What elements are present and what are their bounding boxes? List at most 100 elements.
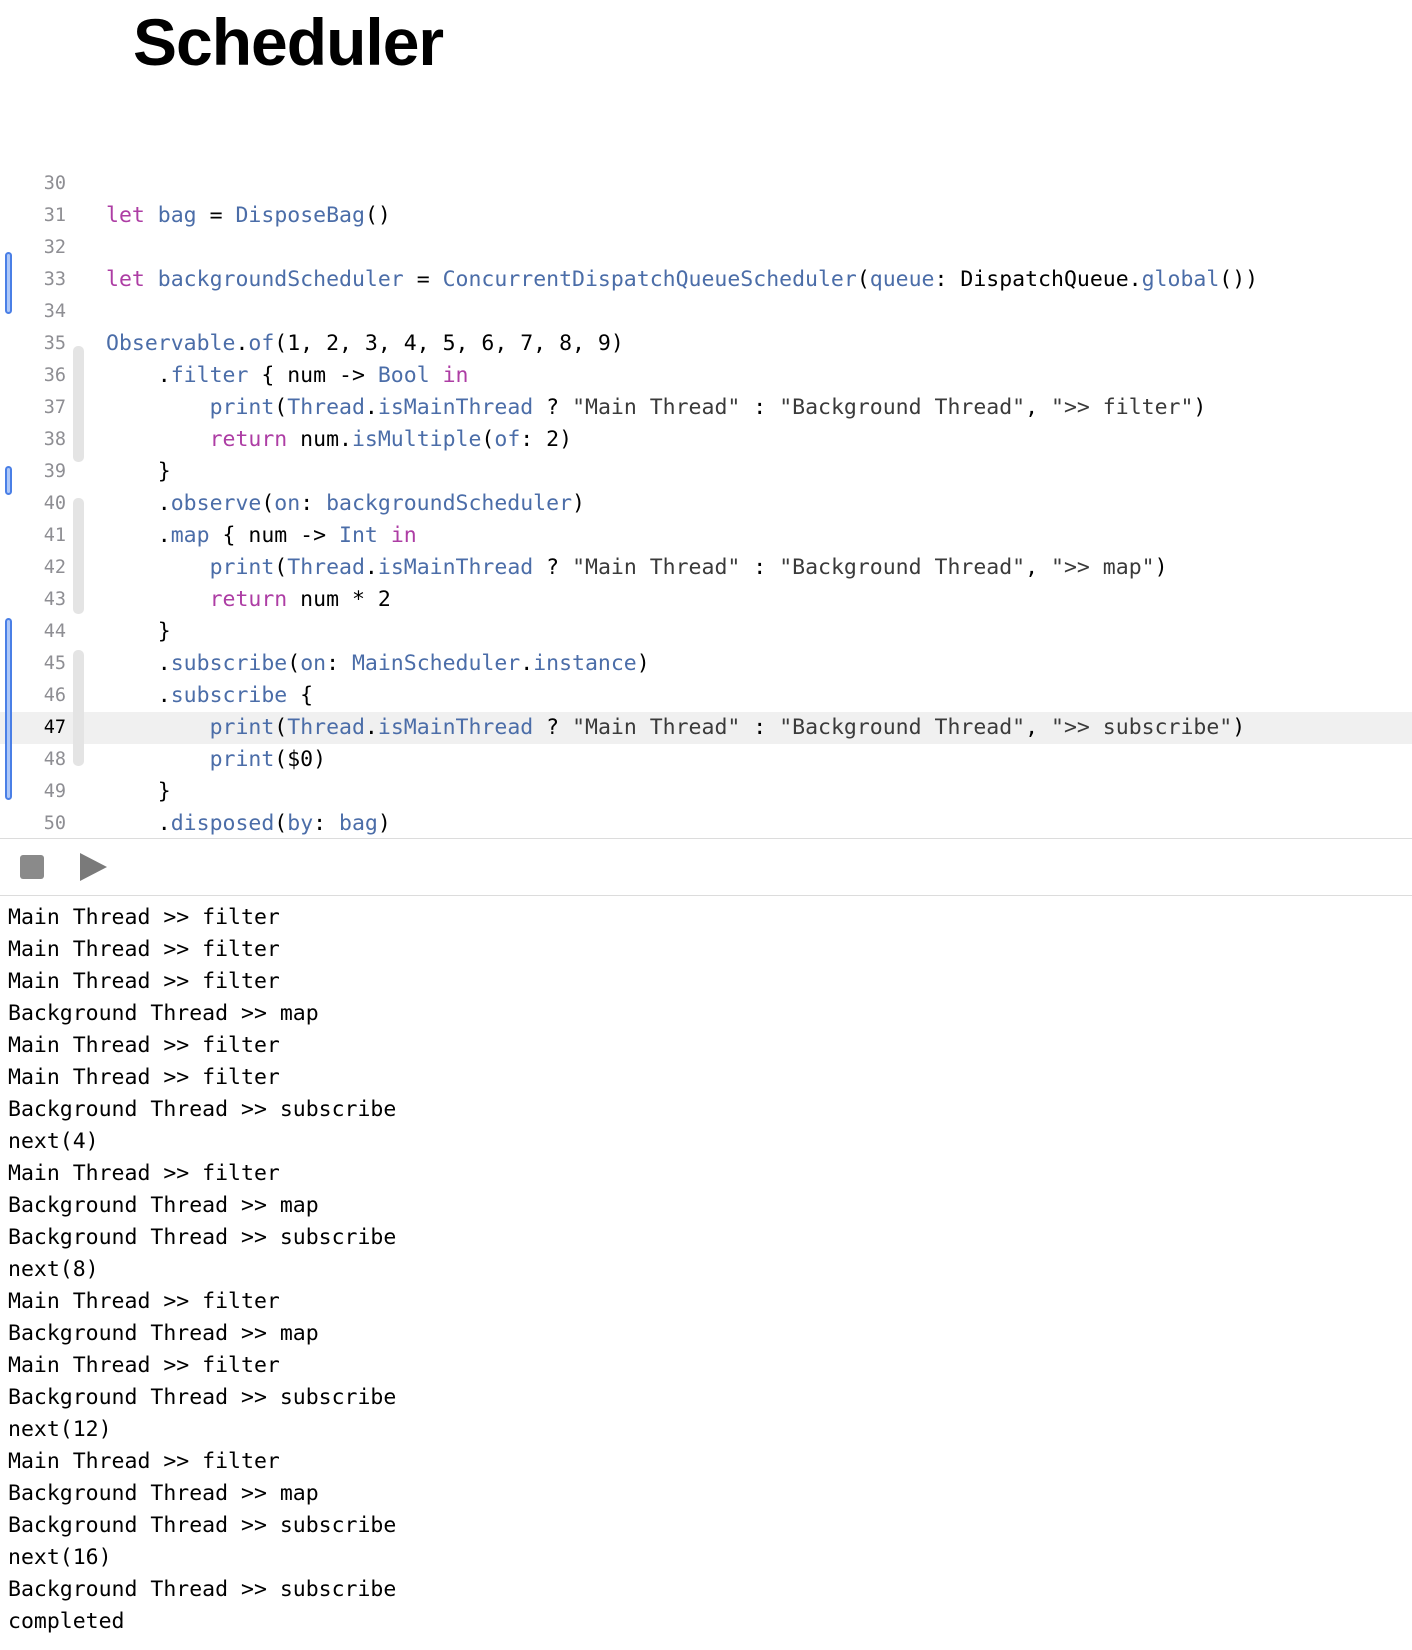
code-line[interactable]: 49 } — [0, 776, 1412, 808]
code-token: "Background Thread" — [779, 555, 1026, 580]
code-token: } — [106, 459, 171, 484]
line-number: 37 — [43, 397, 66, 418]
code-token: Thread — [287, 555, 365, 580]
code-text: .map { num -> Int in — [106, 520, 417, 552]
code-line[interactable]: 47 print(Thread.isMainThread ? "Main Thr… — [0, 712, 1412, 744]
play-button[interactable] — [80, 853, 107, 881]
code-token: = — [196, 203, 236, 228]
code-text: let bag = DisposeBag() — [106, 200, 391, 232]
fold-ribbon[interactable] — [73, 650, 84, 766]
console-line: Main Thread >> filter — [8, 969, 280, 994]
code-line[interactable]: 42 print(Thread.isMainThread ? "Main Thr… — [0, 552, 1412, 584]
code-line[interactable]: 31 let bag = DisposeBag() — [0, 200, 1412, 232]
code-line[interactable]: 41 .map { num -> Int in — [0, 520, 1412, 552]
code-token: bag — [157, 203, 197, 228]
code-token: print — [209, 715, 275, 740]
code-token: , — [1025, 715, 1052, 740]
fold-ribbon[interactable] — [73, 346, 84, 462]
code-token: (1, 2, 3, 4, 5, 6, 7, 8, 9) — [274, 331, 624, 356]
code-token: ($0) — [274, 747, 327, 772]
code-line[interactable]: 35 Observable.of(1, 2, 3, 4, 5, 6, 7, 8, … — [0, 328, 1412, 360]
code-text: print($0) — [106, 744, 327, 776]
code-line[interactable]: 33 let backgroundScheduler = ConcurrentDi… — [0, 264, 1412, 296]
line-number: 39 — [43, 461, 66, 482]
console-line: Main Thread >> filter — [8, 937, 280, 962]
stop-button[interactable] — [20, 855, 44, 879]
code-token: , — [1025, 555, 1052, 580]
code-token: , — [1025, 395, 1052, 420]
console-line: Main Thread >> filter — [8, 1353, 280, 1378]
code-token: queue — [869, 267, 935, 292]
code-line[interactable]: 50 .disposed(by: bag) — [0, 808, 1412, 840]
code-token: ()) — [1219, 267, 1259, 292]
code-line[interactable]: 45 .subscribe(on: MainScheduler.instance… — [0, 648, 1412, 680]
code-token: on — [274, 491, 301, 516]
line-number: 31 — [43, 205, 66, 226]
code-line[interactable]: 48 print($0) — [0, 744, 1412, 776]
code-text: Observable.of(1, 2, 3, 4, 5, 6, 7, 8, 9) — [106, 328, 624, 360]
code-token: ? — [533, 715, 573, 740]
code-token: ( — [287, 651, 301, 676]
code-token: subscribe — [170, 651, 288, 676]
code-token: . — [364, 555, 378, 580]
code-token: : — [313, 811, 340, 836]
code-token: print — [209, 747, 275, 772]
fold-ribbon[interactable] — [73, 498, 84, 614]
code-token: bag — [339, 811, 378, 836]
code-token: Bool — [377, 363, 430, 388]
console-line: next(4) — [8, 1129, 99, 1154]
code-token: ">> map" — [1051, 555, 1155, 580]
code-line[interactable]: 32 — [0, 232, 1412, 264]
code-line[interactable]: 37 print(Thread.isMainThread ? "Main Thr… — [0, 392, 1412, 424]
code-line[interactable]: 46 .subscribe { — [0, 680, 1412, 712]
code-text: } — [106, 776, 171, 808]
code-token: : — [740, 395, 780, 420]
code-token: "Background Thread" — [779, 715, 1026, 740]
code-text: .observe(on: backgroundScheduler) — [106, 488, 585, 520]
code-token: ( — [856, 267, 870, 292]
console-line: Main Thread >> filter — [8, 1033, 280, 1058]
line-number: 33 — [43, 269, 66, 290]
code-line[interactable]: 36 .filter { num -> Bool in — [0, 360, 1412, 392]
code-editor[interactable]: 50 .disposed(by: bag) 49 } 48 print($0) 47 … — [0, 168, 1412, 838]
console-line: Background Thread >> map — [8, 1481, 319, 1506]
code-token: ) — [1193, 395, 1207, 420]
line-number: 34 — [43, 301, 66, 322]
code-token: . — [364, 715, 378, 740]
code-line[interactable]: 30 — [0, 168, 1412, 200]
code-line[interactable]: 40 .observe(on: backgroundScheduler) — [0, 488, 1412, 520]
line-number: 40 — [43, 493, 66, 514]
code-text: return num * 2 — [106, 584, 391, 616]
code-line[interactable]: 34 — [0, 296, 1412, 328]
code-line[interactable]: 44 } — [0, 616, 1412, 648]
code-line[interactable]: 43 return num * 2 — [0, 584, 1412, 616]
code-token: Thread — [287, 715, 365, 740]
change-marker[interactable] — [5, 466, 12, 495]
code-line[interactable]: 38 return num.isMultiple(of: 2) — [0, 424, 1412, 456]
code-token: Observable — [106, 331, 236, 356]
code-token: print — [209, 555, 275, 580]
code-token: DisposeBag — [235, 203, 365, 228]
code-token: "Main Thread" — [572, 715, 741, 740]
change-marker[interactable] — [5, 252, 12, 314]
code-token: num. — [287, 427, 352, 452]
code-token: backgroundScheduler — [326, 491, 573, 516]
code-text: return num.isMultiple(of: 2) — [106, 424, 572, 456]
code-token: ">> subscribe" — [1051, 715, 1233, 740]
code-line[interactable]: 39 } — [0, 456, 1412, 488]
console-line: Main Thread >> filter — [8, 905, 280, 930]
code-token: let — [106, 267, 145, 292]
code-token: : DispatchQueue. — [934, 267, 1142, 292]
code-text: print(Thread.isMainThread ? "Main Thread… — [106, 712, 1246, 744]
code-token: "Background Thread" — [779, 395, 1026, 420]
code-token: global — [1141, 267, 1220, 292]
code-token: { num -> — [209, 523, 340, 548]
line-number: 43 — [43, 589, 66, 610]
change-marker[interactable] — [5, 618, 12, 800]
